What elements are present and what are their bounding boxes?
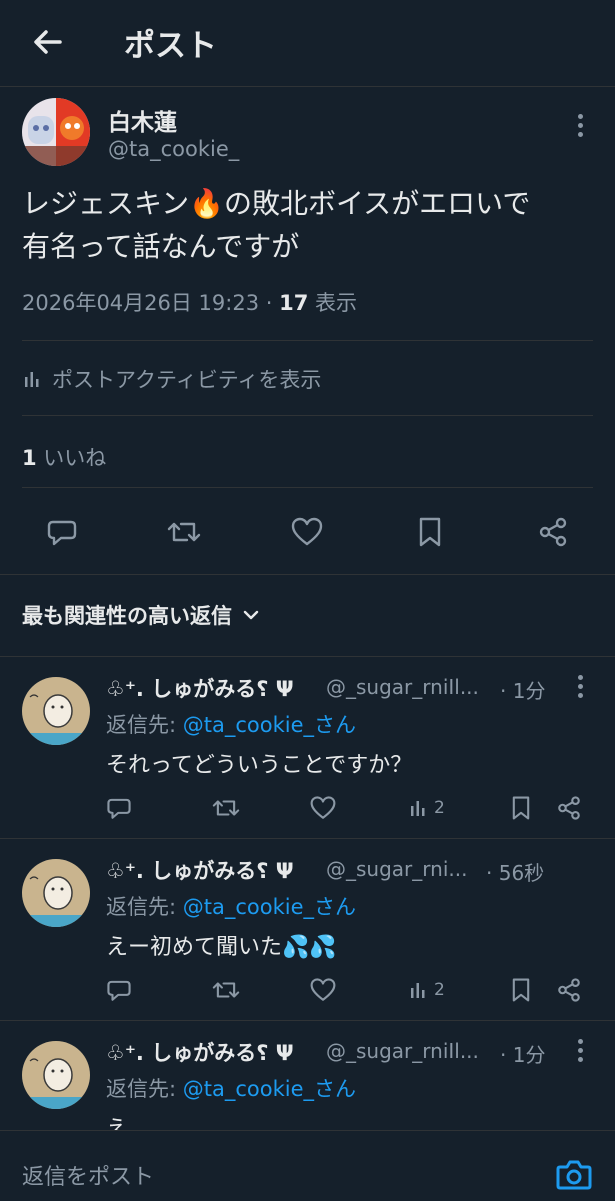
likes-label: いいね	[36, 446, 107, 470]
post-timestamp[interactable]: 2026年04月26日 19:23	[22, 291, 259, 315]
reply-repost-button[interactable]	[212, 975, 240, 1005]
reply-reply-button[interactable]	[106, 793, 132, 823]
reply-avatar[interactable]	[22, 859, 90, 927]
share-icon	[558, 796, 580, 820]
post-text-line: レジェスキン🔥の敗北ボイスがエロいで	[22, 187, 531, 220]
reply-icon	[107, 798, 131, 819]
reply-author-handle[interactable]: @_sugar_rniIl...	[326, 1039, 496, 1063]
divider	[0, 86, 615, 87]
divider	[0, 574, 615, 575]
reply-share-button[interactable]	[556, 975, 582, 1005]
post-activity-link[interactable]: ポストアクティビティを表示	[22, 364, 321, 394]
reply-author-handle[interactable]: @_sugar_rni...	[326, 857, 496, 881]
reply-to-mention[interactable]: @ta_cookie_さん	[183, 1077, 356, 1101]
reply-to-mention[interactable]: @ta_cookie_さん	[183, 895, 356, 919]
analytics-icon	[411, 801, 425, 816]
arrow-left-icon	[34, 30, 62, 54]
bookmark-icon	[512, 978, 530, 1002]
repost-icon	[212, 800, 240, 816]
divider	[22, 415, 593, 416]
page-title: ポスト	[124, 28, 217, 64]
more-options-icon[interactable]	[570, 114, 590, 142]
reply-time: · 1分	[500, 1043, 546, 1067]
reply-author-handle[interactable]: @_sugar_rniIl...	[326, 675, 496, 699]
reply-item[interactable]: ♧⁺. しゅがみる⸮ Ψ @_sugar_rniIl... · 1分 返信先: …	[0, 657, 615, 837]
views-count: 17	[279, 291, 309, 315]
meta-separator: ·	[259, 291, 280, 315]
analytics-icon	[411, 983, 425, 998]
reply-to-mention[interactable]: @ta_cookie_さん	[183, 713, 356, 737]
reply-time: · 56秒	[486, 861, 545, 885]
reply-repost-button[interactable]	[212, 793, 240, 823]
reply-to-prefix: 返信先:	[106, 1077, 183, 1101]
top-bar: ポスト	[0, 0, 615, 86]
divider	[22, 340, 593, 341]
author-name[interactable]: 白木蓮	[108, 103, 177, 137]
post-text: レジェスキン🔥の敗北ボイスがエロいで 有名って話なんですが	[22, 182, 592, 268]
reply-sort-dropdown[interactable]: 最も関連性の高い返信	[22, 600, 260, 630]
views-count: 2	[434, 980, 445, 1000]
reply-to-prefix: 返信先:	[106, 895, 183, 919]
heart-icon	[310, 796, 336, 819]
reply-icon	[107, 980, 131, 1001]
reply-views[interactable]: 2	[408, 793, 445, 823]
reply-to: 返信先: @ta_cookie_さん	[106, 891, 356, 921]
heart-icon	[291, 517, 323, 546]
reply-text: それってどういうことですか？	[106, 753, 413, 778]
views-label: 表示	[308, 291, 358, 315]
reply-item[interactable]: ♧⁺. しゅがみる⸮ Ψ @_sugar_rni... · 56秒 返信先: @…	[0, 839, 615, 1019]
sort-label: 最も関連性の高い返信	[22, 604, 232, 628]
reply-bookmark-button[interactable]	[509, 793, 533, 823]
reply-text: えー初めて聞いた💦💦	[106, 935, 337, 960]
analytics-icon	[25, 372, 39, 387]
reply-to: 返信先: @ta_cookie_さん	[106, 1073, 356, 1103]
reply-time: · 1分	[500, 679, 546, 703]
repost-icon	[212, 982, 240, 998]
reply-like-button[interactable]	[309, 793, 337, 823]
likes-count: 1	[22, 446, 37, 470]
reply-like-button[interactable]	[309, 975, 337, 1005]
like-button[interactable]	[285, 510, 329, 554]
reply-bookmark-button[interactable]	[509, 975, 533, 1005]
reply-composer[interactable]: 返信をポスト	[0, 1130, 615, 1201]
activity-label: ポストアクティビティを表示	[52, 368, 322, 392]
bookmark-icon	[512, 796, 530, 820]
reply-views[interactable]: 2	[408, 975, 445, 1005]
more-options-icon[interactable]	[570, 675, 590, 703]
divider	[22, 487, 593, 488]
reply-author-name[interactable]: ♧⁺. しゅがみる⸮ Ψ	[106, 673, 294, 703]
reply-avatar[interactable]	[22, 677, 90, 745]
share-button[interactable]	[531, 510, 575, 554]
heart-icon	[310, 978, 336, 1001]
chevron-down-icon	[243, 610, 259, 620]
repost-icon	[167, 522, 201, 542]
camera-button[interactable]	[554, 1155, 594, 1195]
reply-text: え	[106, 1117, 129, 1131]
author-avatar[interactable]	[22, 98, 90, 166]
reply-share-button[interactable]	[556, 793, 582, 823]
likes-summary[interactable]: 1 いいね	[22, 442, 106, 472]
reply-item[interactable]: ♧⁺. しゅがみる⸮ Ψ @_sugar_rniIl... · 1分 返信先: …	[0, 1021, 615, 1131]
back-button[interactable]	[28, 22, 68, 62]
post-meta: 2026年04月26日 19:23 · 17 表示	[22, 287, 357, 317]
repost-button[interactable]	[162, 510, 206, 554]
reply-author-name[interactable]: ♧⁺. しゅがみる⸮ Ψ	[106, 855, 294, 885]
bookmark-button[interactable]	[408, 510, 452, 554]
share-icon	[558, 978, 580, 1002]
reply-input[interactable]: 返信をポスト	[22, 1159, 154, 1191]
reply-author-name[interactable]: ♧⁺. しゅがみる⸮ Ψ	[106, 1037, 294, 1067]
share-icon	[539, 517, 567, 547]
reply-avatar[interactable]	[22, 1041, 90, 1109]
reply-reply-button[interactable]	[106, 975, 132, 1005]
reply-icon	[47, 520, 77, 546]
more-options-icon[interactable]	[570, 1039, 590, 1067]
camera-icon	[556, 1160, 592, 1190]
reply-to: 返信先: @ta_cookie_さん	[106, 709, 356, 739]
reply-button[interactable]	[40, 510, 84, 554]
bookmark-icon	[419, 517, 441, 547]
reply-to-prefix: 返信先:	[106, 713, 183, 737]
author-handle[interactable]: @ta_cookie_	[108, 137, 239, 161]
post-text-line: 有名って話なんですが	[22, 230, 300, 263]
views-count: 2	[434, 798, 445, 818]
